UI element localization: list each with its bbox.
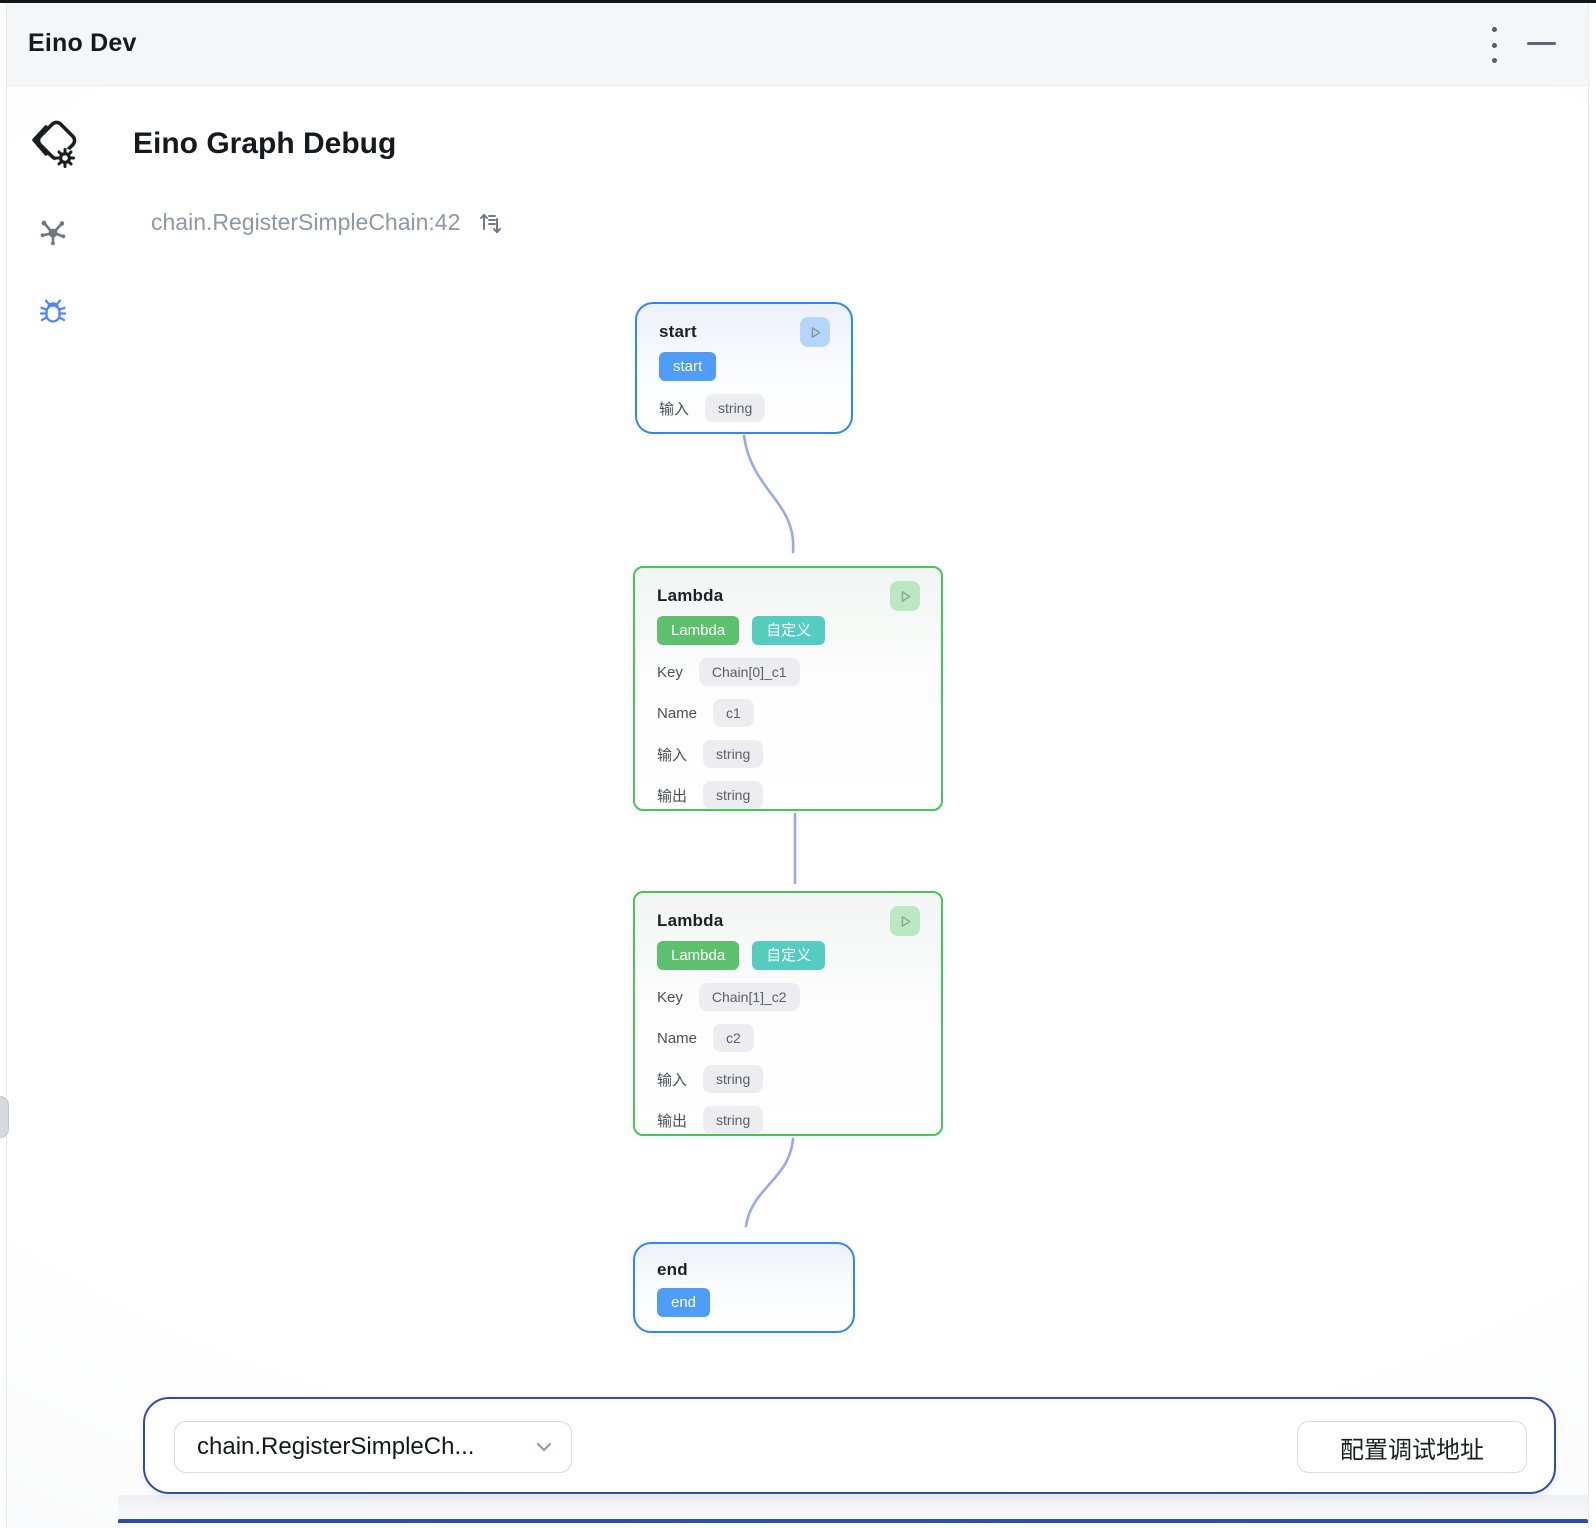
node-field-row: 输入 string (657, 1065, 919, 1093)
field-value-pill: Chain[0]_c1 (699, 658, 800, 686)
chevron-down-icon (535, 1441, 553, 1453)
field-label: 输入 (659, 398, 689, 419)
debug-bar: chain.RegisterSimpleCh... 配置调试地址 (143, 1397, 1556, 1494)
node-type-tag: start (659, 352, 716, 381)
run-node-button[interactable] (890, 581, 920, 611)
field-label: Key (657, 989, 683, 1006)
node-field-row: 输出 string (657, 781, 919, 809)
run-node-button[interactable] (890, 906, 920, 936)
node-field-row: 输入 string (657, 740, 919, 768)
node-end[interactable]: end end (633, 1242, 855, 1333)
sidebar-item-graph[interactable] (37, 216, 69, 251)
node-field-row: Key Chain[1]_c2 (657, 983, 919, 1011)
node-lambda-1[interactable]: Lambda Lambda 自定义 Key Chain[0]_c1 Name c… (633, 566, 943, 811)
sort-order-icon (476, 209, 504, 237)
node-title: end (657, 1260, 831, 1280)
field-value-pill: c2 (713, 1024, 754, 1052)
node-field-row: Name c2 (657, 1024, 919, 1052)
node-title: Lambda (657, 911, 919, 931)
sort-order-button[interactable] (476, 209, 504, 237)
field-label: Key (657, 664, 683, 681)
eino-dev-logo-icon (29, 118, 85, 176)
chain-reference-label: chain.RegisterSimpleChain:42 (151, 209, 460, 236)
play-icon (898, 589, 913, 604)
node-type-tag: Lambda (657, 616, 739, 645)
node-custom-tag: 自定义 (752, 616, 825, 645)
window-top-edge (0, 0, 1596, 3)
debug-target-select[interactable]: chain.RegisterSimpleCh... (174, 1421, 572, 1473)
node-custom-tag: 自定义 (752, 941, 825, 970)
kebab-menu-icon[interactable] (1485, 27, 1503, 63)
field-label: 输入 (657, 744, 687, 765)
node-type-tag: Lambda (657, 941, 739, 970)
bottom-panel-shadow (118, 1495, 1588, 1519)
field-label: 输出 (657, 785, 687, 806)
debug-target-select-value: chain.RegisterSimpleCh... (197, 1433, 474, 1461)
node-start[interactable]: start start 输入 string (635, 302, 853, 434)
node-lambda-2[interactable]: Lambda Lambda 自定义 Key Chain[1]_c2 Name c… (633, 891, 943, 1136)
field-value-pill: string (703, 1106, 763, 1134)
field-label: Name (657, 1030, 697, 1047)
field-label: 输出 (657, 1110, 687, 1131)
window-left-border (6, 3, 7, 1528)
configure-debug-address-button[interactable]: 配置调试地址 (1297, 1421, 1527, 1473)
field-label: 输入 (657, 1069, 687, 1090)
bug-icon (37, 296, 69, 328)
play-icon (898, 914, 913, 929)
field-label: Name (657, 705, 697, 722)
node-field-row: 输入 string (659, 394, 829, 422)
run-node-button[interactable] (800, 317, 830, 347)
node-title: Lambda (657, 586, 919, 606)
graph-nodes-icon (37, 216, 69, 248)
field-value-pill: string (703, 740, 763, 768)
window-titlebar: Eino Dev (7, 3, 1588, 86)
node-type-tag: end (657, 1288, 710, 1317)
field-value-pill: c1 (713, 699, 754, 727)
node-field-row: 输出 string (657, 1106, 919, 1134)
minimize-icon[interactable] (1527, 42, 1556, 45)
page-title: Eino Graph Debug (133, 127, 396, 161)
window-right-border (1588, 3, 1589, 1528)
field-value-pill: string (705, 394, 765, 422)
node-field-row: Key Chain[0]_c1 (657, 658, 919, 686)
sidebar-item-debug[interactable] (37, 296, 69, 331)
bottom-panel-divider (118, 1519, 1588, 1523)
app-title: Eino Dev (28, 29, 137, 58)
left-edge-drag-handle[interactable] (0, 1096, 9, 1138)
field-value-pill: Chain[1]_c2 (699, 983, 800, 1011)
field-value-pill: string (703, 1065, 763, 1093)
node-field-row: Name c1 (657, 699, 919, 727)
field-value-pill: string (703, 781, 763, 809)
play-icon (808, 325, 823, 340)
